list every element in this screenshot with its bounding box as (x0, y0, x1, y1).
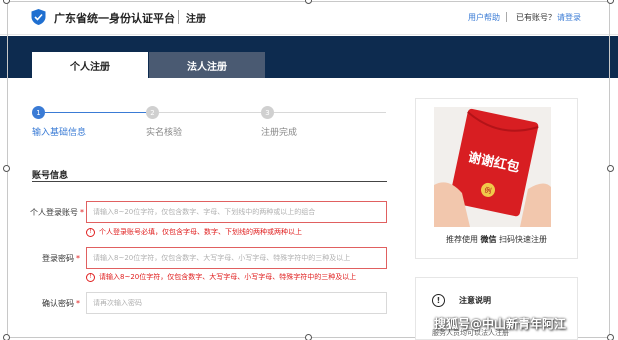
tab-legal-register[interactable]: 法人注册 (149, 52, 265, 78)
resize-handle-bl[interactable] (3, 334, 10, 340)
step-3-label: 注册完成 (261, 128, 298, 138)
error-icon: ! (86, 227, 95, 237)
password-error-text: 请输入8~20位字符，仅包含数字、大写字母、小写字母、特殊字符中的三种及以上 (99, 273, 357, 281)
section-divider (32, 181, 387, 182)
promo-caption-prefix: 推荐使用 (445, 235, 478, 244)
section-title: 账号信息 (32, 171, 69, 181)
header-divider (506, 12, 507, 22)
confirm-password-label-text: 确认密码 (42, 299, 74, 308)
page-subtitle: 注册 (186, 14, 206, 25)
password-label: 登录密码 * (30, 253, 80, 264)
shield-logo-icon (31, 9, 46, 25)
required-mark: * (80, 208, 84, 217)
red-envelope-image: 例 谢谢红包 (434, 107, 551, 227)
notice-title: 注意说明 (459, 296, 491, 305)
required-mark: * (76, 254, 80, 263)
step-connector-2 (159, 112, 261, 113)
confirm-password-label: 确认密码 * (30, 298, 80, 309)
confirm-password-input[interactable] (86, 292, 387, 314)
resize-handle-mr[interactable] (607, 165, 614, 172)
required-mark: * (76, 299, 80, 308)
password-input[interactable] (86, 247, 387, 269)
step-1-label: 输入基础信息 (32, 128, 87, 138)
resize-handle-ml[interactable] (3, 165, 10, 172)
step-connector-3 (274, 112, 386, 113)
password-error: ! 请输入8~20位字符，仅包含数字、大写字母、小写字母、特殊字符中的三种及以上 (86, 272, 356, 282)
tab-personal-register[interactable]: 个人注册 (32, 52, 148, 78)
step-2-label: 实名核验 (146, 128, 183, 138)
account-error: ! 个人登录账号必填，仅包含字母、数字、下划线的两种或两种以上 (86, 227, 302, 237)
promo-caption-app: 微信 (480, 235, 497, 244)
watermark: 搜狐号@中山新青年阿江 (434, 317, 567, 331)
login-link[interactable]: 请登录 (557, 12, 581, 23)
promo-caption: 推荐使用 微信 扫码快速注册 (415, 234, 578, 245)
step-connector-1 (45, 112, 146, 113)
account-label: 个人登录账号 * (30, 207, 84, 218)
red-envelope-illustration: 例 谢谢红包 (434, 107, 551, 227)
step-3-indicator: 3 (261, 106, 274, 119)
account-label-text: 个人登录账号 (30, 208, 78, 217)
help-link[interactable]: 用户帮助 (468, 12, 500, 23)
resize-handle-bc[interactable] (305, 334, 312, 340)
info-icon: ! (432, 294, 445, 307)
account-error-text: 个人登录账号必填，仅包含字母、数字、下划线的两种或两种以上 (99, 228, 302, 236)
top-header: 广东省统一身份认证平台 注册 用户帮助 已有账号？ 请登录 (0, 0, 618, 35)
password-label-text: 登录密码 (42, 254, 74, 263)
error-icon: ! (86, 272, 95, 282)
step-2-indicator: 2 (146, 106, 159, 119)
promo-caption-suffix: 扫码快速注册 (499, 235, 548, 244)
step-1-indicator: 1 (32, 106, 45, 119)
account-input[interactable] (86, 201, 387, 223)
has-account-text: 已有账号？ (516, 13, 556, 22)
resize-handle-br[interactable] (607, 334, 614, 340)
title-divider (178, 10, 179, 24)
site-title: 广东省统一身份认证平台 (54, 12, 175, 25)
